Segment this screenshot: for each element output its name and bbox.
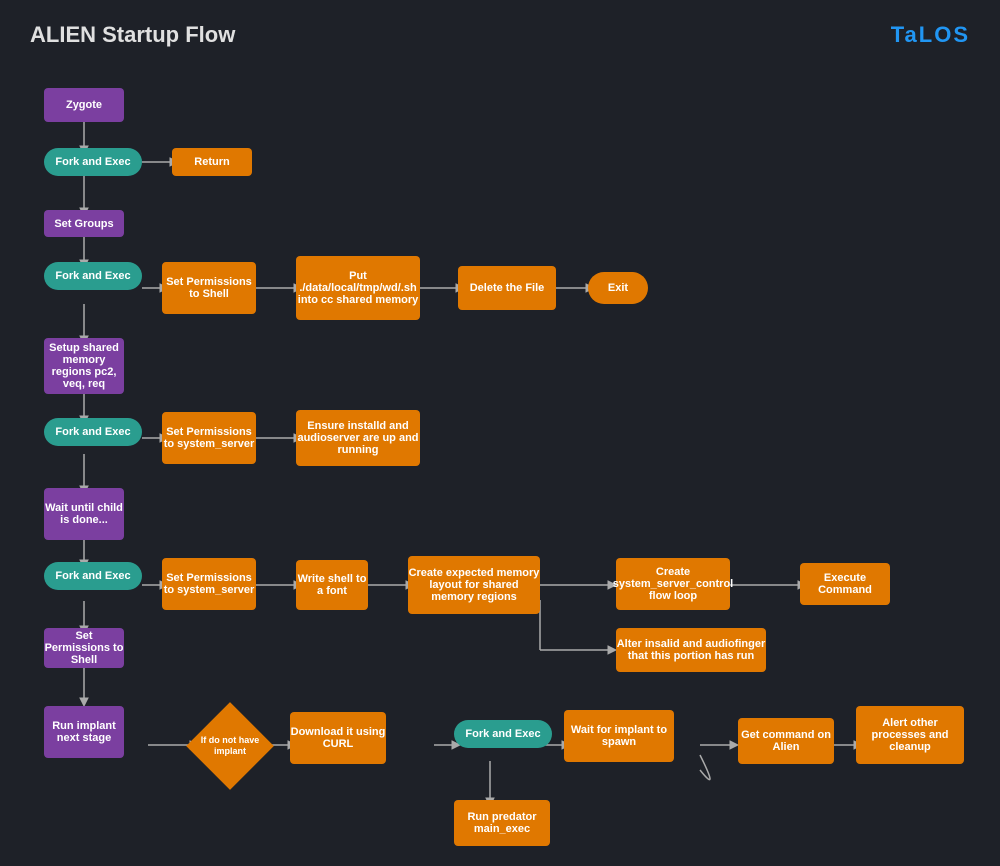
set-perm-shell-2-node: Set Permissions to Shell — [44, 628, 124, 668]
create-system-server-node: Create system_server_control flow loop — [616, 558, 730, 610]
diagram-container: ALIEN Startup Flow TaLOS — [0, 0, 1000, 866]
if-no-implant-node: If do not have implant — [192, 715, 268, 777]
write-shell-node: Write shell to a font — [296, 560, 368, 610]
talos-logo: TaLOS — [891, 22, 970, 48]
delete-file-node: Delete the File — [458, 266, 556, 310]
create-expected-node: Create expected memory layout for shared… — [408, 556, 540, 614]
zygote-node: Zygote — [44, 88, 124, 122]
alert-other-node: Alert other processes and cleanup — [856, 706, 964, 764]
setup-shared-node: Setup shared memory regions pc2, veq, re… — [44, 338, 124, 394]
wait-spawn-node: Wait for implant to spawn — [564, 710, 674, 762]
return-node: Return — [172, 148, 252, 176]
download-curl-node: Download it using CURL — [290, 712, 386, 764]
set-groups-node: Set Groups — [44, 210, 124, 237]
wait-child-node: Wait until child is done... — [44, 488, 124, 540]
run-predator-node: Run predator main_exec — [454, 800, 550, 846]
execute-command-node: Execute Command — [800, 563, 890, 605]
fork-exec-1-node: Fork and Exec — [44, 148, 142, 176]
fork-exec-5-node: Fork and Exec — [454, 720, 552, 748]
fork-exec-4-node: Fork and Exec — [44, 562, 142, 590]
fork-exec-2-node: Fork and Exec — [44, 262, 142, 290]
exit-node: Exit — [588, 272, 648, 304]
alter-installd-node: Alter insalid and audiofinger that this … — [616, 628, 766, 672]
page-title: ALIEN Startup Flow — [30, 22, 235, 48]
fork-exec-3-node: Fork and Exec — [44, 418, 142, 446]
set-perm-sys-1-node: Set Permissions to system_server — [162, 412, 256, 464]
set-perm-shell-1-node: Set Permissions to Shell — [162, 262, 256, 314]
ensure-installd-node: Ensure installd and audioserver are up a… — [296, 410, 420, 466]
set-perm-sys-2-node: Set Permissions to system_server — [162, 558, 256, 610]
put-data-node: Put ./data/local/tmp/wd/.sh into cc shar… — [296, 256, 420, 320]
run-implant-node: Run implant next stage — [44, 706, 124, 758]
get-command-node: Get command on Alien — [738, 718, 834, 764]
